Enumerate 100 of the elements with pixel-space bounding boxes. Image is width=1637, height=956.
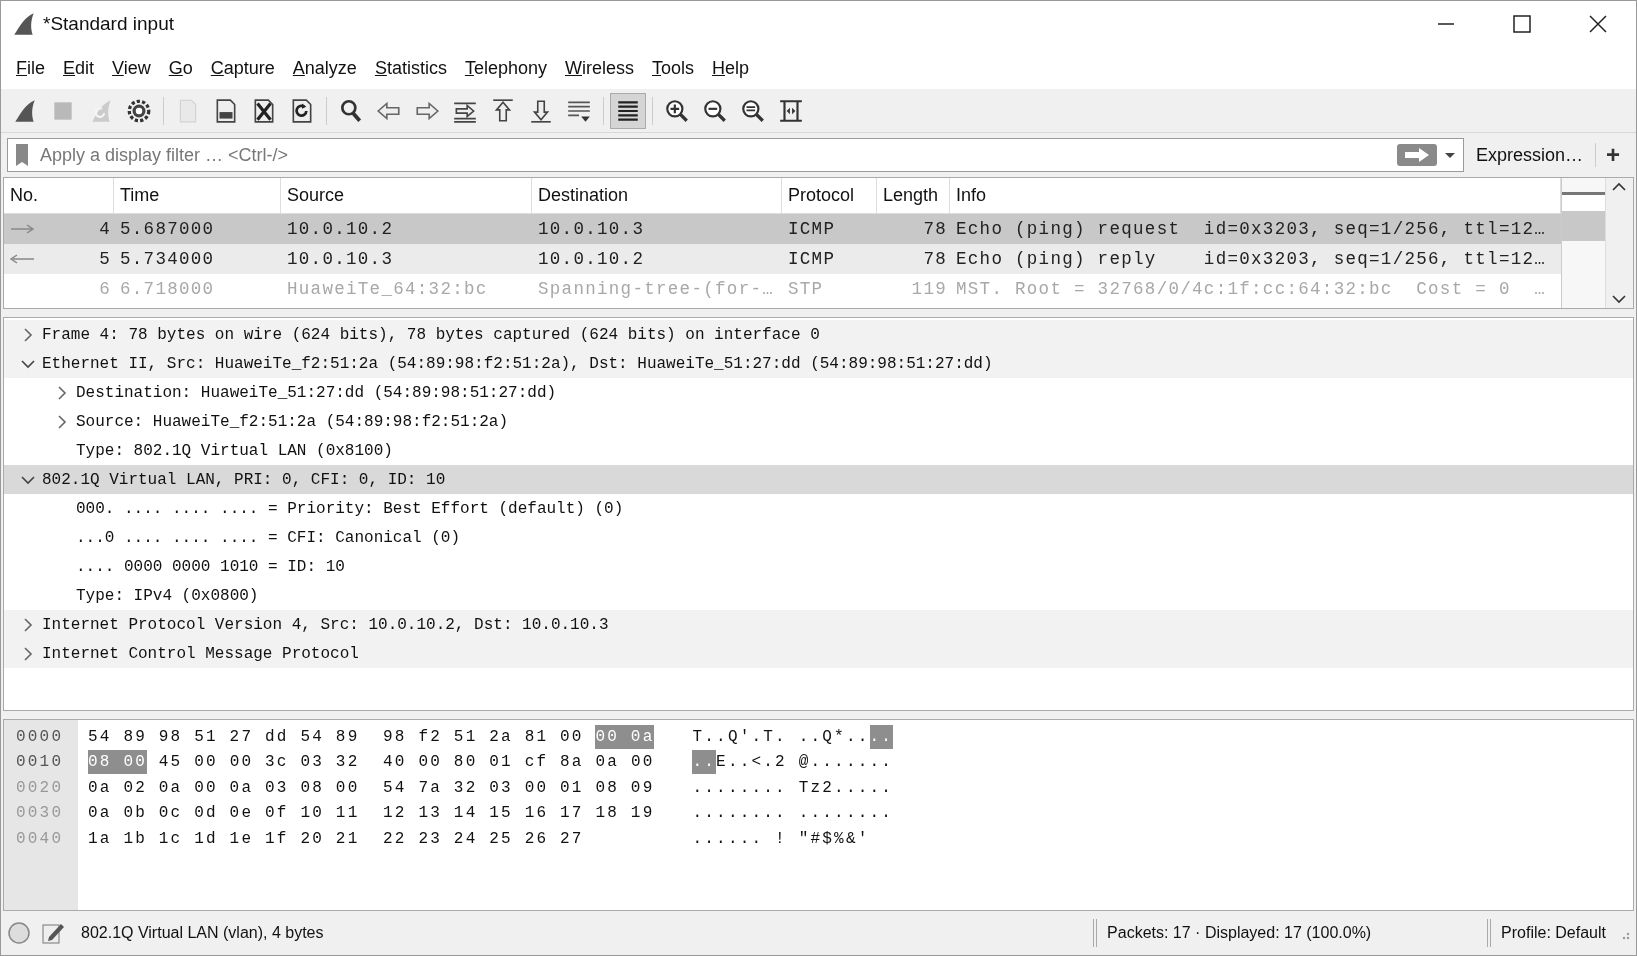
tree-row[interactable]: Ethernet II, Src: HuaweiTe_f2:51:2a (54:89:98:f2:51:2a), Dst: HuaweiTe_51:27:dd (54:89:98:51:27:dd) [4,349,1633,378]
tree-row[interactable]: Destination: HuaweiTe_51:27:dd (54:89:98:51:27:dd) [4,378,1633,407]
table-cell-text: Echo (ping) reply id=0x3203, seq=1/256, ttl=12… [955,247,1548,271]
tree-label: Frame 4: 78 bytes on wire (624 bits), 78 bytes captured (624 bits) on interface 0 [42,324,820,346]
table-cell-text: Spanning-tree-(for-… [537,277,776,301]
expand-caret-icon[interactable] [57,385,67,400]
tree-label: ...0 .... .... .... = CFI: Canonical (0) [76,527,461,549]
ascii-text: E..<.2 @....... [716,752,894,774]
offset-label: 0010 [15,752,65,774]
menu-item[interactable]: View [103,50,160,86]
resize-columns-icon [778,97,804,124]
tree-label: Type: IPv4 (0x0800) [76,585,259,607]
hex-bytes: 45 00 00 3c 03 32 40 00 80 01 cf 8a 0a 00 [157,752,655,774]
packet-row[interactable]: 5 5.734000 10.0.10.3 10.0.10.2 ICMP 78 Echo (ping) reply id=0x3203, seq=1/256, ttl=12… [4,244,1561,274]
filter-field[interactable]: Apply a display filter … <Ctrl-/> [7,138,1464,172]
collapse-caret-icon[interactable] [21,474,35,485]
column-header[interactable]: Time [114,178,281,213]
field-info-text: 802.1Q Virtual LAN (vlan), 4 bytes [81,923,325,943]
column-header[interactable]: No. [4,178,114,213]
menu-item[interactable]: Tools [643,50,704,86]
tree-row[interactable]: Source: HuaweiTe_f2:51:2a (54:89:98:f2:51:2a) [4,407,1633,436]
collapse-caret-icon[interactable] [21,358,35,369]
scroll-up-icon[interactable] [1612,182,1627,192]
shark-fin-icon [12,97,38,124]
ascii-text: .. [869,724,894,749]
table-cell-text: 4 [99,217,111,241]
menu-item[interactable]: Help [703,50,759,86]
tree-label: Ethernet II, Src: HuaweiTe_f2:51:2a (54:89:98:f2:51:2a), Dst: HuaweiTe_51:27:dd (54:89:98:51:27:dd) [42,353,993,375]
tree-label: 802.1Q Virtual LAN, PRI: 0, CFI: 0, ID: 10 [42,469,446,491]
table-cell-text: STP [787,277,825,301]
table-cell-text: HuaweiTe_64:32:bc [286,277,489,301]
ascii-text: .. [692,750,717,775]
table-cell-text: 10.0.10.3 [537,217,646,241]
menu-item[interactable]: Analyze [283,50,366,86]
maximize-icon[interactable] [1513,15,1531,33]
menu-item[interactable]: Capture [201,50,284,86]
column-header[interactable]: Protocol [782,178,877,213]
menu-item[interactable]: Telephony [455,50,556,86]
packet-count-text: Packets: 17 · Displayed: 17 (100.0%) [1107,923,1373,943]
offset-label: 0000 [15,726,65,748]
packet-row[interactable]: 4 5.687000 10.0.10.2 10.0.10.3 ICMP 78 Echo (ping) request id=0x3203, seq=1/256, ttl=12… [4,214,1561,244]
table-cell-text: 5.734000 [119,247,216,271]
lines-button[interactable] [610,92,646,129]
tree-row[interactable]: Internet Control Message Protocol [4,639,1633,668]
menu-item[interactable]: File [7,50,54,86]
scrollbar[interactable] [1604,178,1633,308]
tree-label: 000. .... .... .... = Priority: Best Effort (default) (0) [76,498,624,520]
hex-bytes: 54 89 98 51 27 dd 54 89 98 f2 51 2a 81 00 [88,726,585,748]
window-title: *Standard input [43,11,175,36]
table-cell-text: 6 [99,277,111,301]
table-cell-text: ICMP [787,217,837,241]
table-cell-text: 78 [922,247,948,271]
offset-label: 0030 [15,803,65,825]
tree-row[interactable]: Type: IPv4 (0x0800) [4,581,1633,610]
left-arrow-icon [10,252,36,266]
column-header[interactable]: Source [281,178,532,213]
menu-item[interactable]: Wireless [556,50,643,86]
hex-bytes: 0a 02 0a 00 0a 03 08 00 54 7a 32 03 00 01 08 09 [88,777,655,799]
profile-text[interactable]: Profile: Default [1501,921,1606,945]
tree-row[interactable]: Internet Protocol Version 4, Src: 10.0.10.2, Dst: 10.0.10.3 [4,610,1633,639]
table-cell-text: 5 [99,247,111,271]
scroll-down-icon[interactable] [1612,294,1627,304]
tree-row[interactable]: .... 0000 0000 1010 = ID: 10 [4,552,1633,581]
menu-item[interactable]: Statistics [365,50,456,86]
tree-row[interactable]: Type: 802.1Q Virtual LAN (0x8100) [4,436,1633,465]
column-header[interactable]: Destination [532,178,782,213]
tree-label: Internet Control Message Protocol [42,643,359,665]
tree-row[interactable]: Frame 4: 78 bytes on wire (624 bits), 78 bytes captured (624 bits) on interface 0 [4,320,1633,349]
expand-caret-icon[interactable] [57,414,67,429]
expand-caret-icon[interactable] [23,617,33,632]
table-cell-text: Echo (ping) request id=0x3203, seq=1/256, ttl=12… [955,217,1548,241]
expression-button[interactable]: Expression… [1467,139,1591,171]
tree-label: Internet Protocol Version 4, Src: 10.0.10.2, Dst: 10.0.10.3 [42,614,609,636]
add-filter-button[interactable]: + [1595,143,1630,167]
filter-input[interactable]: Apply a display filter … <Ctrl-/> [38,140,1397,170]
down-arrow-icon [528,97,554,124]
expand-caret-icon[interactable] [23,646,33,661]
expand-caret-icon[interactable] [23,327,33,342]
tree-label: Destination: HuaweiTe_51:27:dd (54:89:98:51:27:dd) [76,382,557,404]
hex-bytes: 08 00 [88,750,147,775]
tree-row[interactable]: 000. .... .... .... = Priority: Best Effort (default) (0) [4,494,1633,523]
table-cell-text: ICMP [787,247,837,271]
right-arrow-icon [10,222,36,236]
tree-row[interactable]: ...0 .... .... .... = CFI: Canonical (0) [4,523,1633,552]
menu-item[interactable]: Go [159,50,202,86]
table-cell-text: 10.0.10.2 [537,247,646,271]
column-header[interactable]: Length [877,178,950,213]
tree-row[interactable]: 802.1Q Virtual LAN, PRI: 0, CFI: 0, ID: 10 [4,465,1633,494]
offset-label: 0040 [15,828,65,850]
close-icon[interactable] [1589,15,1607,33]
table-cell-text: 10.0.10.3 [286,247,395,271]
pencil-note-icon[interactable] [41,921,65,945]
hex-bytes: 1a 1b 1c 1d 1e 1f 20 21 22 23 24 25 26 27 [88,828,584,850]
table-cell-text: 78 [922,217,948,241]
zoom-reset-icon [740,97,766,124]
ascii-text: ...... ! "#$%&' [692,828,870,850]
menu-item[interactable]: Edit [54,50,104,86]
status-circle-icon[interactable] [7,921,31,945]
tree-label: Type: 802.1Q Virtual LAN (0x8100) [76,440,393,462]
table-cell-text: MST. Root = 32768/0/4c:1f:cc:64:32:bc Cost = 0 … [955,277,1548,301]
